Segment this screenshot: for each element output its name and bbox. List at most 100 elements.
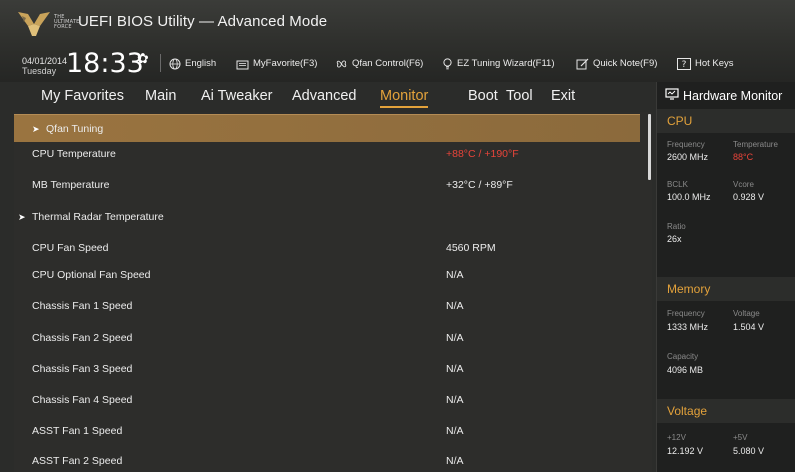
cpu-section-header: CPU bbox=[657, 109, 795, 133]
ez-tuning-wizard-label: EZ Tuning Wizard(F11) bbox=[457, 58, 555, 69]
myfavorite-label: MyFavorite(F3) bbox=[253, 58, 318, 69]
cpu-temperature-value: 88°C bbox=[733, 152, 754, 162]
v12-label: +12V bbox=[667, 433, 686, 442]
row-value: N/A bbox=[446, 394, 464, 406]
row-value: N/A bbox=[446, 425, 464, 437]
main-tabs: My Favorites Main Ai Tweaker Advanced Mo… bbox=[0, 86, 652, 110]
fan-icon bbox=[335, 58, 348, 70]
header-divider bbox=[160, 54, 161, 72]
row-mb-temperature[interactable]: MB Temperature +32°C / +89°F bbox=[14, 171, 640, 199]
row-asst-fan-2-speed[interactable]: ASST Fan 2 Speed N/A bbox=[14, 447, 640, 472]
globe-icon bbox=[169, 58, 181, 70]
language-button[interactable]: English bbox=[169, 56, 216, 72]
row-label: Chassis Fan 2 Speed bbox=[32, 332, 133, 344]
row-label: CPU Optional Fan Speed bbox=[32, 269, 151, 281]
tab-my-favorites[interactable]: My Favorites bbox=[41, 86, 124, 106]
row-chassis-fan-3-speed[interactable]: Chassis Fan 3 Speed N/A bbox=[14, 355, 640, 383]
row-label: CPU Fan Speed bbox=[32, 242, 109, 254]
hot-keys-button[interactable]: ? Hot Keys bbox=[677, 56, 734, 72]
qfan-control-button[interactable]: Qfan Control(F6) bbox=[335, 56, 423, 72]
ratio-value: 26x bbox=[667, 234, 682, 244]
memory-voltage-value: 1.504 V bbox=[733, 322, 765, 332]
capacity-label: Capacity bbox=[667, 352, 699, 361]
vcore-label: Vcore bbox=[733, 180, 754, 189]
row-chassis-fan-2-speed[interactable]: Chassis Fan 2 Speed N/A bbox=[14, 324, 640, 352]
submenu-arrow-icon: ➤ bbox=[32, 124, 40, 134]
capacity-value: 4096 MB bbox=[667, 365, 704, 375]
tab-advanced[interactable]: Advanced bbox=[292, 86, 357, 106]
row-label: Thermal Radar Temperature bbox=[32, 211, 164, 223]
folder-icon bbox=[236, 59, 249, 70]
bclk-label: BCLK bbox=[667, 180, 688, 189]
voltage-section-title: Voltage bbox=[667, 404, 708, 418]
gear-icon[interactable]: ✿ bbox=[137, 50, 149, 67]
scrollbar-thumb[interactable] bbox=[648, 114, 651, 180]
day-text: Tuesday bbox=[22, 66, 57, 76]
cpu-frequency-value: 2600 MHz bbox=[667, 152, 709, 162]
v5-label: +5V bbox=[733, 433, 748, 442]
row-value: N/A bbox=[446, 269, 464, 281]
row-value: N/A bbox=[446, 300, 464, 312]
row-label: Qfan Tuning bbox=[46, 123, 104, 135]
tab-boot[interactable]: Boot bbox=[468, 86, 498, 106]
row-value: N/A bbox=[446, 455, 464, 467]
memory-voltage-label: Voltage bbox=[733, 309, 760, 318]
cpu-section-title: CPU bbox=[667, 114, 693, 128]
tab-ai-tweaker[interactable]: Ai Tweaker bbox=[201, 86, 272, 106]
tab-monitor[interactable]: Monitor bbox=[380, 86, 429, 108]
vcore-value: 0.928 V bbox=[733, 192, 765, 202]
question-icon: ? bbox=[677, 58, 691, 70]
hardware-monitor-title: Hardware Monitor bbox=[665, 86, 782, 106]
logo-text: THE ULTIMATE FORCE bbox=[54, 15, 79, 30]
menu-row-thermal-radar[interactable]: ➤ Thermal Radar Temperature bbox=[14, 203, 640, 231]
row-asst-fan-1-speed[interactable]: ASST Fan 1 Speed N/A bbox=[14, 417, 640, 445]
hot-keys-label: Hot Keys bbox=[695, 58, 734, 69]
tab-main[interactable]: Main bbox=[145, 86, 176, 106]
hardware-monitor-panel: Hardware Monitor CPU Frequency Temperatu… bbox=[656, 82, 795, 472]
row-label: CPU Temperature bbox=[32, 148, 116, 160]
row-value: +88°C / +190°F bbox=[446, 148, 519, 160]
row-label: Chassis Fan 1 Speed bbox=[32, 300, 133, 312]
voltage-section-header: Voltage bbox=[657, 399, 795, 423]
date-text: 04/01/2014 bbox=[22, 56, 68, 66]
cpu-temperature-label: Temperature bbox=[733, 140, 778, 149]
myfavorite-button[interactable]: MyFavorite(F3) bbox=[236, 56, 317, 72]
row-label: ASST Fan 2 Speed bbox=[32, 455, 123, 467]
row-value: 4560 RPM bbox=[446, 242, 496, 254]
bulb-icon bbox=[442, 58, 453, 70]
hardware-monitor-label: Hardware Monitor bbox=[683, 89, 783, 103]
monitor-icon bbox=[665, 86, 679, 106]
clock-time[interactable]: 18:33 bbox=[66, 49, 144, 79]
row-value: +32°C / +89°F bbox=[446, 179, 513, 191]
row-label: Chassis Fan 3 Speed bbox=[32, 363, 133, 375]
v12-value: 12.192 V bbox=[667, 446, 704, 456]
row-chassis-fan-1-speed[interactable]: Chassis Fan 1 Speed N/A bbox=[14, 292, 640, 320]
qfan-control-label: Qfan Control(F6) bbox=[352, 58, 424, 69]
logo-text-line: FORCE bbox=[54, 24, 72, 30]
ez-tuning-wizard-button[interactable]: EZ Tuning Wizard(F11) bbox=[442, 56, 555, 72]
cpu-frequency-label: Frequency bbox=[667, 140, 705, 149]
memory-frequency-label: Frequency bbox=[667, 309, 705, 318]
memory-section-title: Memory bbox=[667, 282, 711, 296]
app-title: UEFI BIOS Utility — Advanced Mode bbox=[78, 13, 328, 30]
tab-exit[interactable]: Exit bbox=[551, 86, 575, 106]
bclk-value: 100.0 MHz bbox=[667, 192, 711, 202]
row-value: N/A bbox=[446, 332, 464, 344]
row-value: N/A bbox=[446, 363, 464, 375]
language-label: English bbox=[185, 58, 217, 69]
row-cpu-optional-fan-speed[interactable]: CPU Optional Fan Speed N/A bbox=[14, 261, 640, 289]
monitor-settings-list: ➤ Qfan Tuning CPU Temperature +88°C / +1… bbox=[14, 112, 652, 472]
menu-row-qfan-tuning[interactable]: ➤ Qfan Tuning bbox=[14, 114, 640, 142]
submenu-arrow-icon: ➤ bbox=[18, 212, 26, 222]
row-label: MB Temperature bbox=[32, 179, 110, 191]
tab-tool[interactable]: Tool bbox=[506, 86, 533, 106]
note-icon bbox=[576, 58, 589, 70]
row-chassis-fan-4-speed[interactable]: Chassis Fan 4 Speed N/A bbox=[14, 386, 640, 414]
row-cpu-fan-speed[interactable]: CPU Fan Speed 4560 RPM bbox=[14, 234, 640, 262]
row-cpu-temperature[interactable]: CPU Temperature +88°C / +190°F bbox=[14, 140, 640, 168]
quick-note-label: Quick Note(F9) bbox=[593, 58, 658, 69]
quick-note-button[interactable]: Quick Note(F9) bbox=[576, 56, 657, 72]
v5-value: 5.080 V bbox=[733, 446, 765, 456]
header-bar: THE ULTIMATE FORCE UEFI BIOS Utility — A… bbox=[0, 0, 795, 82]
row-label: Chassis Fan 4 Speed bbox=[32, 394, 133, 406]
